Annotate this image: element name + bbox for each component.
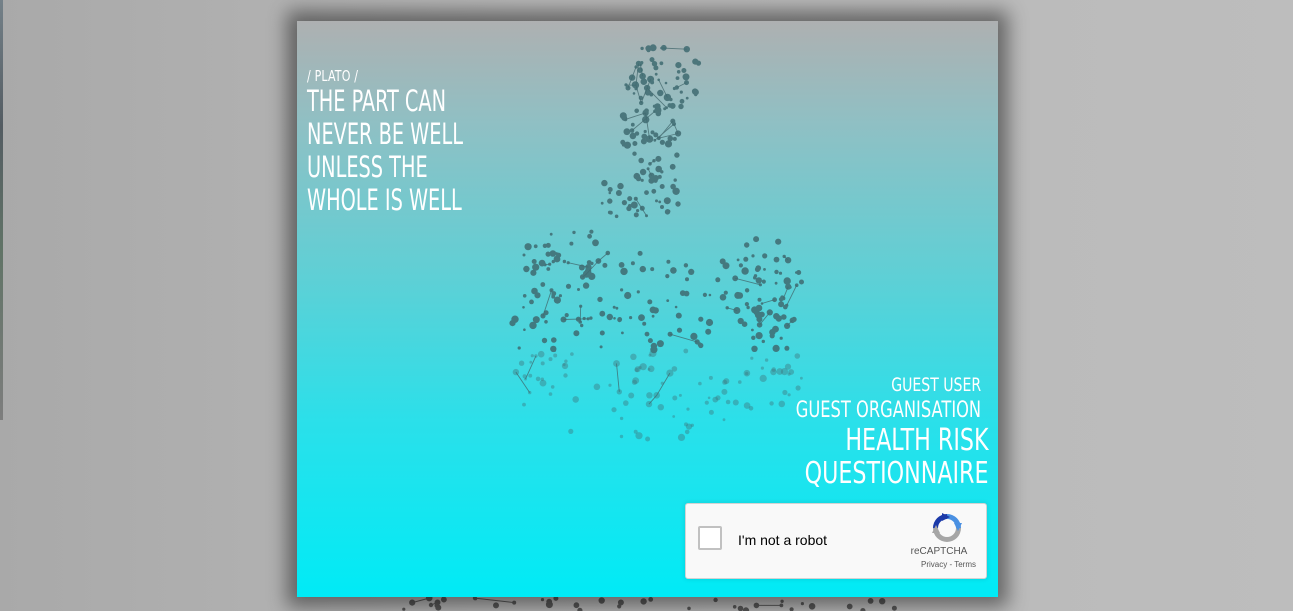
recaptcha-brand: reCAPTCHA bbox=[910, 546, 968, 557]
recaptcha-links: Privacy - Terms bbox=[921, 560, 976, 569]
questionnaire-title: QUESTIONNAIRE bbox=[805, 456, 989, 491]
quote-line: UNLESS THE bbox=[307, 150, 428, 184]
recaptcha-logo-icon bbox=[932, 513, 962, 542]
quote-line: THE PART CAN bbox=[307, 84, 447, 118]
recaptcha-widget: I'm not a robot reCAPTCHA Privacy - Term… bbox=[685, 503, 987, 579]
quote-line: WHOLE IS WELL bbox=[307, 183, 462, 217]
organisation-name: GUEST ORGANISATION bbox=[796, 398, 982, 423]
privacy-link[interactable]: Privacy bbox=[921, 560, 947, 569]
welcome-card: / PLATO / THE PART CAN NEVER BE WELL UNL… bbox=[297, 21, 998, 597]
terms-link[interactable]: Terms bbox=[954, 560, 976, 569]
quote-block: / PLATO / THE PART CAN NEVER BE WELL UNL… bbox=[307, 67, 518, 217]
questionnaire-title: HEALTH RISK bbox=[845, 423, 989, 458]
user-name: GUEST USER bbox=[891, 374, 982, 396]
quote-line: NEVER BE WELL bbox=[307, 117, 463, 151]
quote-author: / PLATO / bbox=[307, 67, 359, 85]
recaptcha-label: I'm not a robot bbox=[738, 532, 828, 548]
user-info-block: GUEST USER GUEST ORGANISATION HEALTH RIS… bbox=[728, 372, 989, 490]
recaptcha-checkbox[interactable] bbox=[698, 526, 722, 550]
